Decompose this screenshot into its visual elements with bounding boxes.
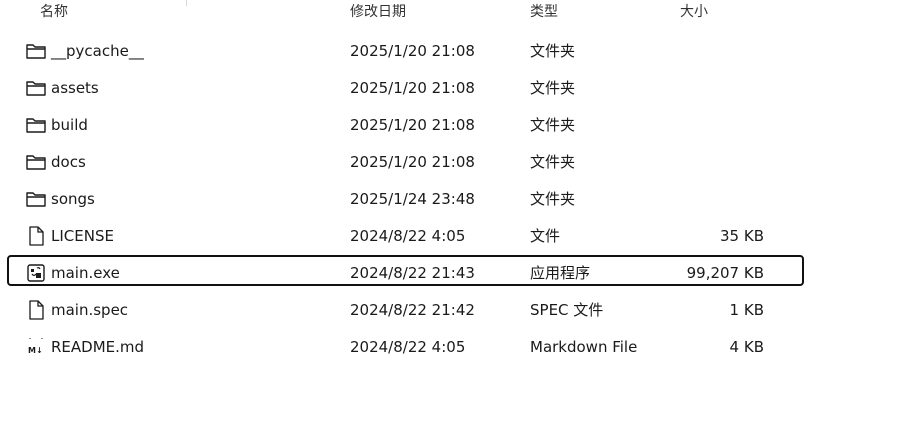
file-date-modified: 2025/1/20 21:08 <box>350 79 475 97</box>
column-header-type[interactable]: 类型 <box>530 2 558 22</box>
file-name: main.spec <box>51 301 129 319</box>
file-name: __pycache__ <box>51 42 144 60</box>
folder-icon <box>25 77 47 99</box>
folder-icon <box>25 40 47 62</box>
file-size: 99,207 KB <box>686 264 764 282</box>
file-type: 文件夹 <box>530 116 576 134</box>
file-type: 文件夹 <box>530 190 576 208</box>
file-size: 35 KB <box>720 227 764 245</box>
file-row-pycache[interactable]: __pycache__ 2025/1/20 21:08 文件夹 <box>0 32 912 69</box>
column-divider[interactable] <box>186 0 187 6</box>
document-icon <box>25 299 47 321</box>
file-type: 应用程序 <box>530 264 591 282</box>
file-type: Markdown File <box>530 338 638 356</box>
column-header-bar: 名称 修改日期 类型 大小 <box>0 0 912 26</box>
column-header-size[interactable]: 大小 <box>680 2 708 22</box>
file-type: 文件夹 <box>530 42 576 60</box>
executable-icon <box>25 262 47 284</box>
file-date-modified: 2025/1/24 23:48 <box>350 190 475 208</box>
file-type: 文件 <box>530 227 561 245</box>
file-type: 文件夹 <box>530 79 576 97</box>
file-row-main-exe[interactable]: main.exe 2024/8/22 21:43 应用程序 99,207 KB <box>0 254 912 291</box>
file-date-modified: 2025/1/20 21:08 <box>350 42 475 60</box>
file-row-songs[interactable]: songs 2025/1/24 23:48 文件夹 <box>0 180 912 217</box>
column-header-date-modified[interactable]: 修改日期 <box>350 2 406 22</box>
file-date-modified: 2024/8/22 21:43 <box>350 264 475 282</box>
document-icon <box>25 225 47 247</box>
file-name: songs <box>51 190 95 208</box>
file-row-license[interactable]: LICENSE 2024/8/22 4:05 文件 35 KB <box>0 217 912 254</box>
file-name: LICENSE <box>51 227 114 245</box>
file-date-modified: 2024/8/22 21:42 <box>350 301 475 319</box>
file-date-modified: 2024/8/22 4:05 <box>350 227 466 245</box>
file-name: assets <box>51 79 99 97</box>
folder-icon <box>25 114 47 136</box>
file-size: 1 KB <box>729 301 764 319</box>
file-type: 文件夹 <box>530 153 576 171</box>
svg-text:M↓: M↓ <box>28 346 43 355</box>
folder-icon <box>25 151 47 173</box>
file-name: README.md <box>51 338 145 356</box>
file-row-assets[interactable]: assets 2025/1/20 21:08 文件夹 <box>0 69 912 106</box>
file-name: build <box>51 116 88 134</box>
file-type: SPEC 文件 <box>530 301 604 319</box>
file-date-modified: 2025/1/20 21:08 <box>350 153 475 171</box>
file-name: docs <box>51 153 86 171</box>
markdown-file-icon: M↓ <box>25 336 47 358</box>
file-date-modified: 2024/8/22 4:05 <box>350 338 466 356</box>
file-date-modified: 2025/1/20 21:08 <box>350 116 475 134</box>
file-row-build[interactable]: build 2025/1/20 21:08 文件夹 <box>0 106 912 143</box>
file-row-docs[interactable]: docs 2025/1/20 21:08 文件夹 <box>0 143 912 180</box>
file-row-main-spec[interactable]: main.spec 2024/8/22 21:42 SPEC 文件 1 KB <box>0 291 912 328</box>
file-size: 4 KB <box>729 338 764 356</box>
file-name: main.exe <box>51 264 120 282</box>
file-row-readme-md[interactable]: M↓ README.md 2024/8/22 4:05 Markdown File 4… <box>0 328 912 365</box>
folder-icon <box>25 188 47 210</box>
column-header-name[interactable]: 名称 <box>40 2 68 22</box>
